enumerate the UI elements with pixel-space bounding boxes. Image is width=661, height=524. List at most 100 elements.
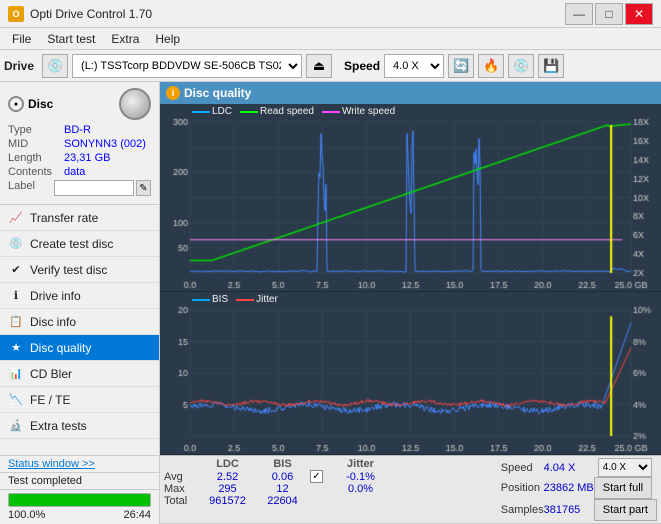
- status-text-area: Test completed: [0, 472, 159, 489]
- max-bis: 12: [255, 483, 310, 495]
- sidebar: ● Disc Type BD-R MID SONYNN3 (002) Lengt…: [0, 82, 160, 524]
- ldc-header: LDC: [200, 458, 255, 470]
- progress-time: 26:44: [123, 509, 151, 521]
- status-window-button[interactable]: Status window >>: [8, 458, 95, 470]
- avg-speed-val: 4.04 X: [544, 458, 594, 477]
- length-key: Length: [8, 152, 64, 164]
- menu-help[interactable]: Help: [147, 30, 188, 48]
- progress-bar-inner: [9, 494, 150, 506]
- progress-bar-outer: [8, 493, 151, 507]
- disc-mid-row: MID SONYNN3 (002): [8, 138, 151, 150]
- bis-color: [192, 299, 210, 301]
- sidebar-item-disc-quality[interactable]: ★ Disc quality: [0, 335, 159, 361]
- label-input[interactable]: [54, 180, 134, 196]
- start-full-button[interactable]: Start full: [594, 477, 652, 499]
- samples-value: 381765: [544, 499, 594, 521]
- app-icon: O: [8, 6, 24, 22]
- save-button[interactable]: 💾: [538, 54, 564, 78]
- total-label: Total: [164, 495, 200, 507]
- menu-file[interactable]: File: [4, 30, 39, 48]
- status-text: Test completed: [8, 475, 82, 487]
- legend-write-speed: Write speed: [322, 106, 395, 117]
- maximize-button[interactable]: □: [595, 3, 623, 25]
- jitter-checkbox[interactable]: ✓: [310, 470, 323, 483]
- refresh-button[interactable]: 🔄: [448, 54, 474, 78]
- disc-type-row: Type BD-R: [8, 124, 151, 136]
- sidebar-item-verify-test-disc[interactable]: ✔ Verify test disc: [0, 257, 159, 283]
- max-label: Max: [164, 483, 200, 495]
- status-bar: Status window >>: [0, 455, 159, 472]
- speed-selector[interactable]: 4.0 X: [598, 458, 652, 477]
- chart2-canvas: [160, 292, 661, 454]
- disc-icon: ●: [8, 96, 24, 112]
- ldc-label: LDC: [212, 106, 232, 117]
- disc-panel: ● Disc Type BD-R MID SONYNN3 (002) Lengt…: [0, 82, 159, 205]
- sidebar-item-extra-tests[interactable]: 🔬 Extra tests: [0, 413, 159, 439]
- disc-quality-icon: ★: [8, 340, 24, 356]
- speed-stat-label: Speed: [501, 458, 544, 477]
- length-value: 23,31 GB: [64, 152, 151, 164]
- fe-te-icon: 📉: [8, 392, 24, 408]
- create-test-disc-icon: 💿: [8, 236, 24, 252]
- label-key: Label: [8, 180, 54, 196]
- bis-header: BIS: [255, 458, 310, 470]
- samples-label: Samples: [501, 499, 544, 521]
- stats-row: LDC BIS Jitter Avg 2.52 0.06 ✓: [160, 456, 661, 524]
- app-title: Opti Drive Control 1.70: [30, 7, 565, 21]
- contents-key: Contents: [8, 166, 64, 178]
- write-speed-label: Write speed: [342, 106, 395, 117]
- drive-select[interactable]: (L:) TSSTcorp BDDVDW SE-506CB TS02: [72, 54, 302, 78]
- disc-label-row: Label ✎: [8, 180, 151, 196]
- sidebar-item-transfer-rate[interactable]: 📈 Transfer rate: [0, 205, 159, 231]
- drive-label: Drive: [4, 59, 34, 73]
- avg-label: Avg: [164, 470, 200, 483]
- sidebar-item-create-test-disc[interactable]: 💿 Create test disc: [0, 231, 159, 257]
- stats-table: LDC BIS Jitter Avg 2.52 0.06 ✓: [164, 458, 393, 507]
- window-controls: — □ ✕: [565, 3, 653, 25]
- eject-button[interactable]: ⏏: [306, 54, 332, 78]
- label-edit-button[interactable]: ✎: [136, 180, 151, 196]
- start-part-button[interactable]: Start part: [594, 499, 657, 521]
- sidebar-item-disc-info[interactable]: 📋 Disc info: [0, 309, 159, 335]
- disc-quality-icon-header: i: [166, 86, 180, 100]
- menu-start-test[interactable]: Start test: [39, 30, 103, 48]
- progress-percent: 100.0%: [8, 509, 45, 521]
- menu-bar: File Start test Extra Help: [0, 28, 661, 50]
- position-label: Position: [501, 477, 544, 499]
- bis-label: BIS: [212, 294, 228, 305]
- sidebar-item-fe-te[interactable]: 📉 FE / TE: [0, 387, 159, 413]
- main-layout: ● Disc Type BD-R MID SONYNN3 (002) Lengt…: [0, 82, 661, 524]
- transfer-rate-icon: 📈: [8, 210, 24, 226]
- jitter-color: [236, 299, 254, 301]
- close-button[interactable]: ✕: [625, 3, 653, 25]
- burn-button[interactable]: 🔥: [478, 54, 504, 78]
- sidebar-item-cd-bler[interactable]: 📊 CD Bler: [0, 361, 159, 387]
- max-ldc: 295: [200, 483, 255, 495]
- disc-contents-row: Contents data: [8, 166, 151, 178]
- chart1-legend: LDC Read speed Write speed: [192, 106, 395, 117]
- drive-icon-btn[interactable]: 💿: [42, 54, 68, 78]
- disc-panel-header: ● Disc: [8, 88, 151, 120]
- disc-button[interactable]: 💿: [508, 54, 534, 78]
- avg-jitter: -0.1%: [328, 470, 393, 483]
- chart1-canvas: [160, 104, 661, 291]
- total-bis: 22604: [255, 495, 310, 507]
- legend-jitter: Jitter: [236, 294, 278, 305]
- title-bar: O Opti Drive Control 1.70 — □ ✕: [0, 0, 661, 28]
- jitter-label: Jitter: [256, 294, 278, 305]
- progress-labels: 100.0% 26:44: [8, 509, 151, 521]
- read-speed-label: Read speed: [260, 106, 314, 117]
- position-value: 23862 MB: [544, 477, 594, 499]
- progress-area: 100.0% 26:44: [0, 489, 159, 524]
- minimize-button[interactable]: —: [565, 3, 593, 25]
- disc-graphic: [119, 88, 151, 120]
- speed-select[interactable]: 4.0 X: [384, 54, 444, 78]
- verify-test-disc-icon: ✔: [8, 262, 24, 278]
- charts-container: LDC Read speed Write speed: [160, 104, 661, 524]
- disc-info-icon: 📋: [8, 314, 24, 330]
- menu-extra[interactable]: Extra: [103, 30, 147, 48]
- sidebar-item-drive-info[interactable]: ℹ Drive info: [0, 283, 159, 309]
- chart2-legend: BIS Jitter: [192, 294, 278, 305]
- contents-value: data: [64, 166, 151, 178]
- avg-bis: 0.06: [255, 470, 310, 483]
